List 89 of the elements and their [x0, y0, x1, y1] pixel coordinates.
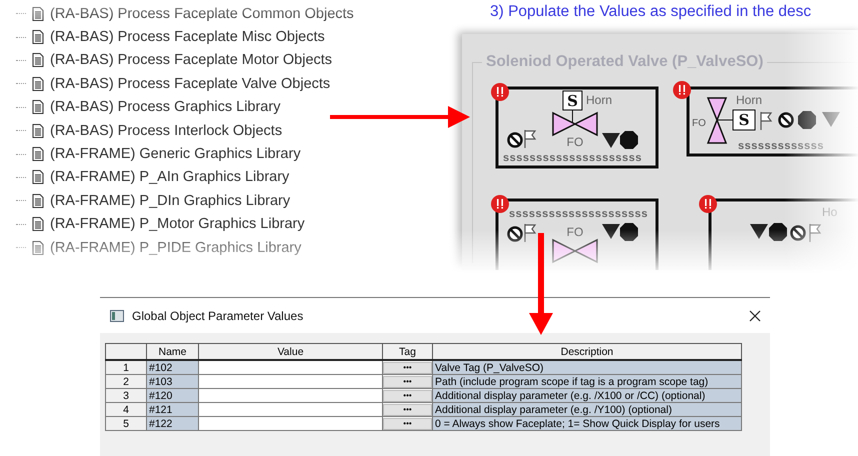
corner-cell	[106, 344, 146, 360]
tree-item[interactable]: (RA-FRAME) P_DIn Graphics Library	[50, 192, 290, 209]
row-header[interactable]: 2	[106, 374, 146, 388]
solenoid-label: S	[732, 110, 756, 130]
window-icon	[110, 310, 124, 322]
horn-label: Ho	[822, 205, 838, 219]
prohibited-icon	[790, 225, 806, 241]
column-header: Tag	[382, 344, 432, 360]
octagon-icon	[798, 111, 816, 129]
description-cell: Valve Tag (P_ValveSO)	[432, 360, 742, 374]
name-cell: #122	[146, 416, 198, 430]
alarm-icon	[491, 195, 509, 213]
document-icon	[32, 194, 44, 208]
tree-item[interactable]: (RA-BAS) Process Faceplate Common Objects	[50, 6, 354, 22]
document-icon	[32, 170, 44, 184]
fail-mode-label: FO	[566, 225, 584, 239]
document-icon	[32, 147, 44, 162]
row-header[interactable]: 1	[106, 360, 146, 374]
document-icon	[32, 124, 44, 138]
triangle-icon	[602, 224, 620, 239]
horn-label: Horn	[736, 93, 762, 107]
prohibited-icon	[507, 132, 523, 148]
tag-label: sssssssssssssssssssss	[509, 208, 648, 220]
name-cell: #120	[146, 388, 198, 402]
browse-button[interactable]: •••	[384, 362, 432, 374]
name-cell: #102	[146, 360, 198, 374]
tree-item[interactable]: (RA-FRAME) P_Motor Graphics Library	[50, 216, 305, 232]
value-cell[interactable]	[198, 388, 382, 402]
octagon-icon	[769, 223, 787, 241]
triangle-icon	[750, 224, 768, 239]
triangle-icon	[602, 133, 620, 148]
tree-item[interactable]: (RA-BAS) Process Faceplate Motor Objects	[50, 52, 332, 68]
flag-icon	[524, 129, 536, 149]
tree-item[interactable]: (RA-BAS) Process Faceplate Misc Objects	[50, 29, 325, 46]
column-header: Name	[146, 344, 198, 360]
description-cell: Additional display parameter (e.g. /X100 or /CC) (optional)	[432, 388, 742, 402]
description-cell: Path (include program scope if tag is a program scope tag)	[432, 374, 742, 388]
value-cell[interactable]	[198, 360, 382, 374]
solenoid-label: S	[562, 90, 582, 110]
value-cell[interactable]	[198, 374, 382, 388]
description-cell: 0 = Always show Faceplate; 1= Show Quick Display for users	[432, 416, 742, 430]
prohibited-icon	[778, 112, 794, 128]
tree-item[interactable]: (RA-FRAME) Generic Graphics Library	[50, 146, 301, 162]
browse-button[interactable]: •••	[384, 404, 432, 416]
window-title: Global Object Parameter Values	[132, 308, 304, 322]
row-header[interactable]: 4	[106, 402, 146, 416]
instruction-text: 3) Populate the Values as specified in the desc	[490, 3, 812, 21]
flag-icon	[809, 223, 822, 243]
browse-button[interactable]: •••	[384, 376, 432, 388]
document-icon	[32, 217, 44, 232]
prohibited-icon	[507, 226, 523, 242]
tree-item[interactable]: (RA-FRAME) P_AIn Graphics Library	[50, 169, 290, 186]
triangle-icon	[822, 112, 840, 127]
description-cell: Additional display parameter (e.g. /Y100) (optional)	[432, 402, 742, 416]
octagon-icon	[620, 223, 638, 241]
column-header: Value	[198, 344, 382, 360]
column-header: Description	[432, 344, 742, 360]
fail-mode-label: FO	[566, 135, 584, 149]
flag-icon	[760, 111, 772, 131]
document-icon	[32, 76, 44, 91]
flag-icon	[524, 223, 536, 243]
alarm-icon	[491, 83, 509, 101]
octagon-icon	[620, 131, 638, 149]
valve-icon	[552, 238, 598, 264]
tree-item[interactable]: (RA-BAS) Process Interlock Objects	[50, 122, 282, 139]
document-icon	[32, 30, 44, 44]
document-icon	[32, 53, 44, 68]
tag-label: sssssssssssss	[738, 140, 824, 152]
tree-item[interactable]: (RA-BAS) Process Graphics Library	[50, 99, 280, 116]
name-cell: #103	[146, 374, 198, 388]
document-icon	[32, 6, 44, 21]
row-header[interactable]: 5	[106, 416, 146, 430]
browse-button[interactable]: •••	[384, 390, 432, 402]
value-cell[interactable]	[198, 402, 382, 416]
valve-icon	[552, 110, 598, 136]
value-cell[interactable]	[198, 416, 382, 430]
document-icon	[32, 100, 44, 114]
name-cell: #121	[146, 402, 198, 416]
tree-item[interactable]: (RA-BAS) Process Faceplate Valve Objects	[50, 76, 330, 92]
document-icon	[32, 240, 44, 255]
tree-item[interactable]: (RA-FRAME) P_PIDE Graphics Library	[50, 240, 302, 256]
row-header[interactable]: 3	[106, 388, 146, 402]
tag-label: sssssssssssssssssssss	[503, 152, 642, 164]
close-icon[interactable]	[749, 310, 761, 322]
alarm-icon	[699, 195, 717, 213]
browse-button[interactable]: •••	[384, 418, 432, 430]
fail-mode-label: FO	[692, 118, 706, 129]
horn-label: Horn	[586, 93, 612, 107]
alarm-icon	[673, 81, 691, 99]
